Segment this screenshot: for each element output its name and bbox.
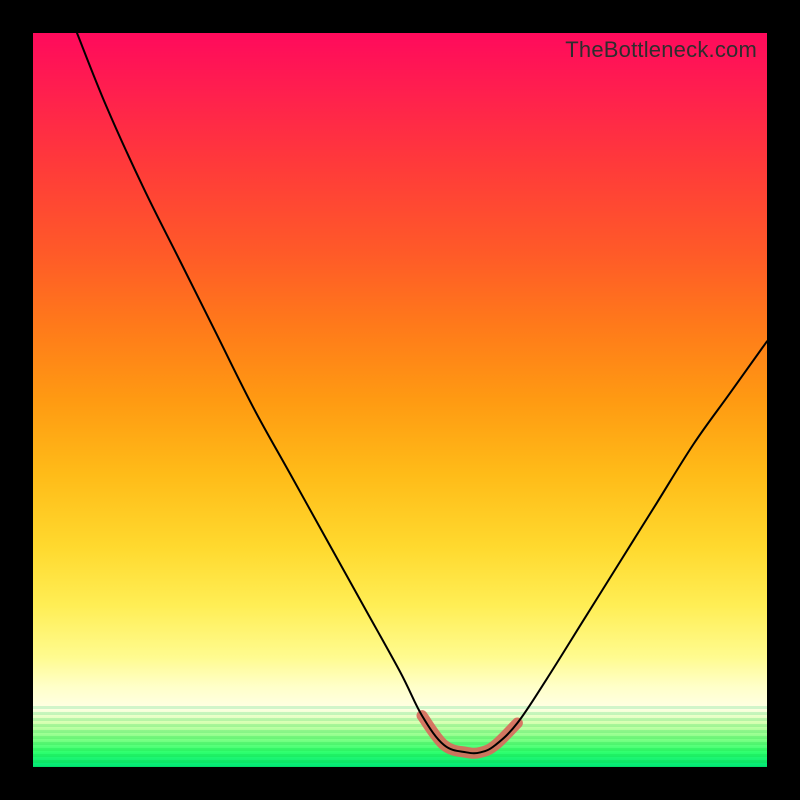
chart-frame: TheBottleneck.com bbox=[0, 0, 800, 800]
plot-area: TheBottleneck.com bbox=[33, 33, 767, 767]
highlight-segment bbox=[422, 716, 517, 754]
bottleneck-curve bbox=[77, 33, 767, 753]
curve-svg bbox=[33, 33, 767, 767]
